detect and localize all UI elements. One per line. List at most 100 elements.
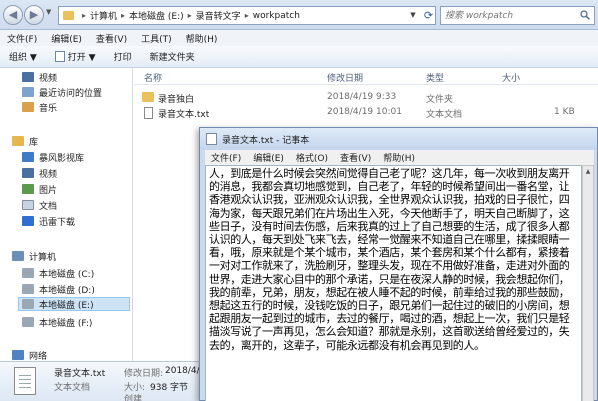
nav-item-network[interactable]: 网络 xyxy=(12,348,47,362)
search-box[interactable] xyxy=(440,6,595,25)
nav-item-video-fav[interactable]: 视频 xyxy=(22,70,57,84)
file-list-header: 名称 修改日期 类型 大小 xyxy=(134,68,598,85)
nav-label: 本地磁盘 (F:) xyxy=(39,318,93,329)
file-name: 录音文本.txt xyxy=(158,110,210,120)
drive-icon xyxy=(22,299,34,309)
print-button[interactable]: 打印 xyxy=(105,50,141,63)
column-header-date[interactable]: 修改日期 xyxy=(327,71,363,84)
recent-pages-dropdown[interactable]: ▼ xyxy=(46,8,51,16)
explorer-menu-bar: 文件(F) 编辑(E) 查看(V) 工具(T) 帮助(H) xyxy=(0,30,598,46)
breadcrumb-separator: ▸ xyxy=(244,11,249,20)
nav-item-drive-d[interactable]: 本地磁盘 (D:) xyxy=(22,282,95,296)
breadcrumb-folder-workpatch[interactable]: workpatch xyxy=(253,11,300,21)
notepad-vertical-scrollbar[interactable]: ▲ xyxy=(582,165,594,401)
recent-places-icon xyxy=(22,87,34,97)
organize-button[interactable]: 组织 ▼ xyxy=(0,50,46,63)
nav-label: 计算机 xyxy=(29,252,57,263)
nav-item-baofeng-library[interactable]: 暴风影视库 xyxy=(22,150,84,164)
nav-item-computer[interactable]: 计算机 xyxy=(12,249,56,263)
open-label: 打开 ▼ xyxy=(67,53,96,63)
notepad-menu-bar: 文件(F) 编辑(E) 格式(O) 查看(V) 帮助(H) xyxy=(205,150,594,165)
documents-icon xyxy=(22,200,34,210)
menu-help[interactable]: 帮助(H) xyxy=(179,32,225,45)
notepad-menu-help[interactable]: 帮助(H) xyxy=(377,151,421,164)
forward-arrow-icon: ▶ xyxy=(29,8,39,21)
nav-item-pictures[interactable]: 图片 xyxy=(22,182,57,196)
nav-label: 视频 xyxy=(39,73,58,84)
nav-item-drive-f[interactable]: 本地磁盘 (F:) xyxy=(22,315,92,329)
notepad-title: 录音文本.txt - 记事本 xyxy=(222,136,310,146)
nav-label: 本地磁盘 (C:) xyxy=(39,269,95,280)
nav-item-thunder-downloads[interactable]: 迅雷下载 xyxy=(22,214,75,228)
address-bar-row: ◀ ▶ ▼ ▸ 计算机 ▸ 本地磁盘 (E:) ▸ 录音转文字 ▸ workpa… xyxy=(0,0,598,30)
file-name: 录音独白 xyxy=(158,95,195,105)
breadcrumb-separator: ▸ xyxy=(82,11,87,20)
nav-item-drive-c[interactable]: 本地磁盘 (C:) xyxy=(22,266,94,280)
nav-item-libraries[interactable]: 库 xyxy=(12,134,38,148)
music-icon xyxy=(22,102,34,112)
back-button[interactable]: ◀ xyxy=(3,5,23,25)
notepad-menu-edit[interactable]: 编辑(E) xyxy=(247,151,290,164)
drive-icon xyxy=(22,268,34,278)
forward-button[interactable]: ▶ xyxy=(24,5,44,25)
notepad-icon xyxy=(54,51,65,62)
nav-label: 库 xyxy=(29,137,39,148)
nav-item-recent-places[interactable]: 最近访问的位置 xyxy=(22,85,102,99)
details-size-value: 938 字节 xyxy=(150,383,189,393)
nav-label: 本地磁盘 (E:) xyxy=(39,300,94,311)
details-created-label: 创建 xyxy=(124,395,143,401)
network-icon xyxy=(12,350,24,360)
computer-icon xyxy=(12,251,24,261)
notepad-title-bar[interactable]: 录音文本.txt - 记事本 xyxy=(200,128,597,150)
search-input[interactable] xyxy=(441,7,576,24)
file-date: 2018/4/19 9:33 xyxy=(327,92,397,102)
video-library-icon xyxy=(22,152,34,162)
menu-file[interactable]: 文件(F) xyxy=(0,32,44,45)
breadcrumb-drive-e[interactable]: 本地磁盘 (E:) xyxy=(129,9,184,22)
details-modified-label: 修改日期: xyxy=(124,369,164,379)
notepad-menu-file[interactable]: 文件(F) xyxy=(205,151,247,164)
notepad-text-area[interactable]: 人，到底是什么时候会突然间觉得自己老了呢？这几年，每一次收到朋友离开的消息，我都… xyxy=(205,165,582,401)
nav-label: 音乐 xyxy=(39,103,58,114)
scroll-up-arrow-icon[interactable]: ▲ xyxy=(583,166,593,177)
explorer-toolbar: 组织 ▼ 打开 ▼ 打印 新建文件夹 xyxy=(0,46,598,68)
pictures-icon xyxy=(22,184,34,194)
nav-item-drive-e[interactable]: 本地磁盘 (E:) xyxy=(18,297,130,311)
nav-item-videos[interactable]: 视频 xyxy=(22,166,57,180)
new-folder-button[interactable]: 新建文件夹 xyxy=(141,50,204,63)
print-label: 打印 xyxy=(113,53,132,63)
file-type: 文件夹 xyxy=(426,95,454,105)
notepad-menu-format[interactable]: 格式(O) xyxy=(290,151,334,164)
drive-icon xyxy=(22,284,34,294)
search-icon xyxy=(580,10,590,20)
menu-view[interactable]: 查看(V) xyxy=(89,32,134,45)
drive-icon xyxy=(22,317,34,327)
breadcrumb-folder-recording[interactable]: 录音转文字 xyxy=(196,9,241,22)
notepad-menu-view[interactable]: 查看(V) xyxy=(334,151,377,164)
details-file-name: 录音文本.txt xyxy=(54,369,106,379)
breadcrumb-computer[interactable]: 计算机 xyxy=(90,9,117,22)
refresh-button[interactable]: ⟳ xyxy=(421,6,436,25)
video-icon xyxy=(22,72,34,82)
back-arrow-icon: ◀ xyxy=(8,8,18,21)
address-dropdown-button[interactable]: ▼ xyxy=(406,6,420,25)
text-file-icon xyxy=(14,367,36,395)
nav-label: 文档 xyxy=(39,201,58,212)
column-header-name[interactable]: 名称 xyxy=(144,71,162,84)
file-row-folder[interactable]: 录音独白 2018/4/19 9:33 文件夹 xyxy=(134,91,598,106)
chevron-down-icon: ▼ xyxy=(410,11,416,19)
notepad-icon xyxy=(206,133,217,145)
nav-item-documents[interactable]: 文档 xyxy=(22,198,57,212)
nav-item-music[interactable]: 音乐 xyxy=(22,100,57,114)
column-header-size[interactable]: 大小 xyxy=(502,71,520,84)
open-button[interactable]: 打开 ▼ xyxy=(46,50,105,63)
address-bar[interactable]: ▸ 计算机 ▸ 本地磁盘 (E:) ▸ 录音转文字 ▸ workpatch xyxy=(58,6,436,25)
file-row-txt[interactable]: 录音文本.txt 2018/4/19 10:01 文本文档 1 KB xyxy=(134,106,598,121)
menu-edit[interactable]: 编辑(E) xyxy=(44,32,89,45)
notepad-content[interactable]: 人，到底是什么时候会突然间觉得自己老了呢？这几年，每一次收到朋友离开的消息，我都… xyxy=(209,167,578,352)
breadcrumb-separator: ▸ xyxy=(121,11,126,20)
nav-label: 本地磁盘 (D:) xyxy=(39,285,95,296)
column-header-type[interactable]: 类型 xyxy=(426,71,444,84)
nav-label: 视频 xyxy=(39,169,58,180)
menu-tools[interactable]: 工具(T) xyxy=(134,32,179,45)
